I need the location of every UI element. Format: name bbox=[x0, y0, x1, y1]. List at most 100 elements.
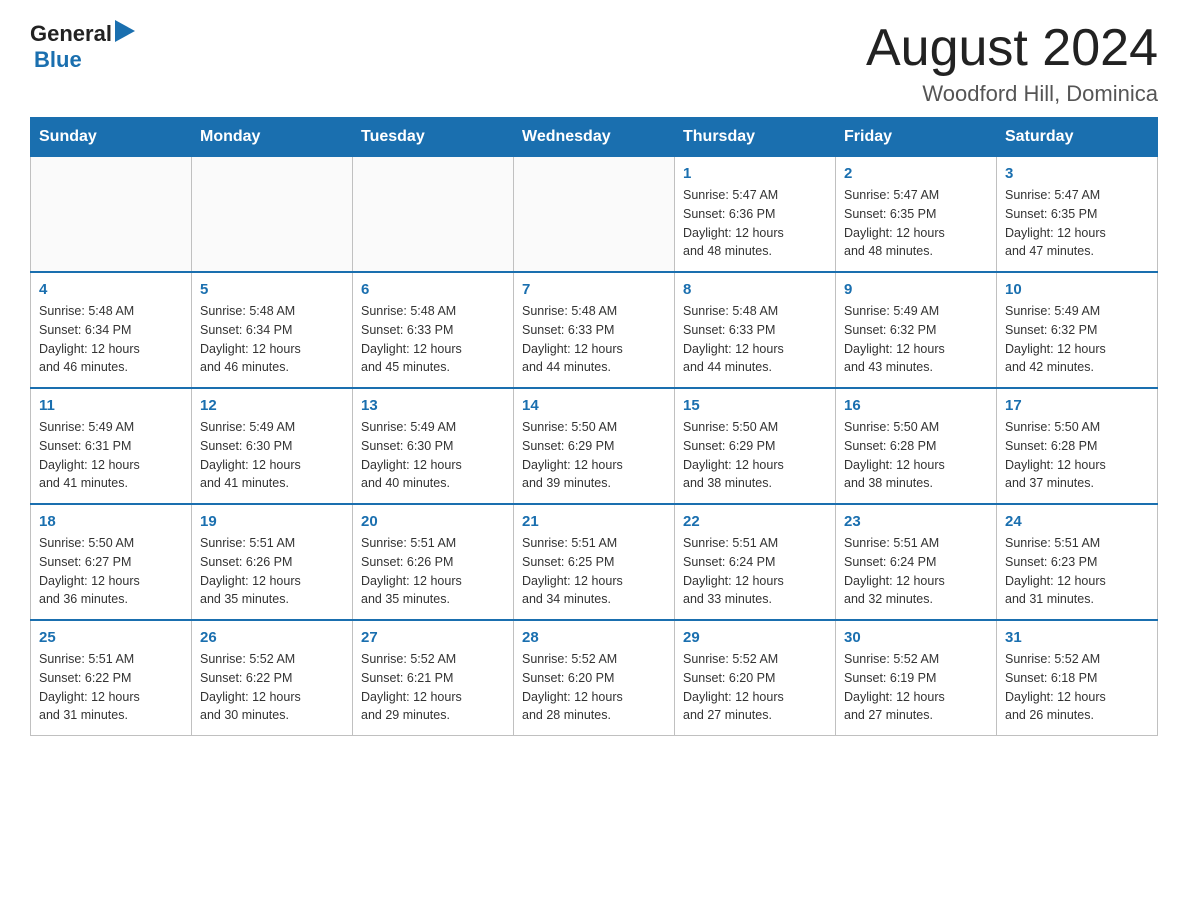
calendar-cell-week3-day3: 14Sunrise: 5:50 AMSunset: 6:29 PMDayligh… bbox=[514, 388, 675, 504]
day-info: Sunrise: 5:48 AMSunset: 6:33 PMDaylight:… bbox=[361, 302, 505, 377]
day-number: 4 bbox=[39, 281, 183, 298]
day-info: Sunrise: 5:50 AMSunset: 6:29 PMDaylight:… bbox=[683, 418, 827, 493]
logo: General Blue bbox=[30, 20, 143, 73]
calendar-cell-week5-day3: 28 Sunrise: 5:52 AMSunset: 6:20 PMDayligh… bbox=[514, 620, 675, 736]
day-info: Sunrise: 5:51 AMSunset: 6:22 PMDaylight:… bbox=[39, 650, 183, 725]
calendar-cell-week4-day6: 24 Sunrise: 5:51 AMSunset: 6:23 PMDayligh… bbox=[997, 504, 1158, 620]
day-number: 24 bbox=[1005, 513, 1149, 530]
day-number: 28 bbox=[522, 629, 666, 646]
col-tuesday: Tuesday bbox=[353, 118, 514, 157]
day-info: Sunrise: 5:51 AMSunset: 6:24 PMDaylight:… bbox=[683, 534, 827, 609]
col-wednesday: Wednesday bbox=[514, 118, 675, 157]
day-info: Sunrise: 5:50 AMSunset: 6:28 PMDaylight:… bbox=[844, 418, 988, 493]
calendar-cell-week2-day5: 9 Sunrise: 5:49 AMSunset: 6:32 PMDaylight… bbox=[836, 272, 997, 388]
calendar-week-1: 1 Sunrise: 5:47 AMSunset: 6:36 PMDaylight… bbox=[31, 157, 1158, 273]
day-info: Sunrise: 5:47 AMSunset: 6:35 PMDaylight:… bbox=[844, 186, 988, 261]
day-info: Sunrise: 5:49 AMSunset: 6:30 PMDaylight:… bbox=[361, 418, 505, 493]
day-info: Sunrise: 5:51 AMSunset: 6:26 PMDaylight:… bbox=[200, 534, 344, 609]
calendar-cell-week1-day5: 2 Sunrise: 5:47 AMSunset: 6:35 PMDaylight… bbox=[836, 157, 997, 273]
day-info: Sunrise: 5:52 AMSunset: 6:20 PMDaylight:… bbox=[522, 650, 666, 725]
calendar-cell-week1-day2 bbox=[353, 157, 514, 273]
day-number: 15 bbox=[683, 397, 827, 414]
day-number: 26 bbox=[200, 629, 344, 646]
calendar-cell-week1-day0 bbox=[31, 157, 192, 273]
day-info: Sunrise: 5:49 AMSunset: 6:32 PMDaylight:… bbox=[844, 302, 988, 377]
calendar-cell-week3-day4: 15 Sunrise: 5:50 AMSunset: 6:29 PMDayligh… bbox=[675, 388, 836, 504]
day-info: Sunrise: 5:51 AMSunset: 6:23 PMDaylight:… bbox=[1005, 534, 1149, 609]
day-info: Sunrise: 5:48 AMSunset: 6:34 PMDaylight:… bbox=[200, 302, 344, 377]
day-number: 12 bbox=[200, 397, 344, 414]
calendar-header-row: Sunday Monday Tuesday Wednesday Thursday… bbox=[31, 118, 1158, 157]
day-info: Sunrise: 5:52 AMSunset: 6:20 PMDaylight:… bbox=[683, 650, 827, 725]
day-number: 29 bbox=[683, 629, 827, 646]
calendar-cell-week3-day2: 13 Sunrise: 5:49 AMSunset: 6:30 PMDayligh… bbox=[353, 388, 514, 504]
day-number: 30 bbox=[844, 629, 988, 646]
day-number: 1 bbox=[683, 165, 827, 182]
day-number: 10 bbox=[1005, 281, 1149, 298]
month-title: August 2024 bbox=[866, 20, 1158, 77]
day-number: 22 bbox=[683, 513, 827, 530]
calendar-cell-week4-day0: 18 Sunrise: 5:50 AMSunset: 6:27 PMDayligh… bbox=[31, 504, 192, 620]
day-info: Sunrise: 5:52 AMSunset: 6:21 PMDaylight:… bbox=[361, 650, 505, 725]
day-number: 7 bbox=[522, 281, 666, 298]
logo-general-text: General bbox=[30, 21, 112, 47]
calendar-cell-week1-day3 bbox=[514, 157, 675, 273]
day-number: 21 bbox=[522, 513, 666, 530]
day-number: 11 bbox=[39, 397, 183, 414]
calendar-cell-week1-day1 bbox=[192, 157, 353, 273]
calendar-cell-week3-day5: 16Sunrise: 5:50 AMSunset: 6:28 PMDayligh… bbox=[836, 388, 997, 504]
day-number: 25 bbox=[39, 629, 183, 646]
day-number: 31 bbox=[1005, 629, 1149, 646]
day-info: Sunrise: 5:51 AMSunset: 6:25 PMDaylight:… bbox=[522, 534, 666, 609]
day-info: Sunrise: 5:47 AMSunset: 6:36 PMDaylight:… bbox=[683, 186, 827, 261]
day-info: Sunrise: 5:49 AMSunset: 6:32 PMDaylight:… bbox=[1005, 302, 1149, 377]
day-number: 27 bbox=[361, 629, 505, 646]
calendar-cell-week3-day1: 12Sunrise: 5:49 AMSunset: 6:30 PMDayligh… bbox=[192, 388, 353, 504]
day-number: 17 bbox=[1005, 397, 1149, 414]
calendar-cell-week5-day2: 27 Sunrise: 5:52 AMSunset: 6:21 PMDayligh… bbox=[353, 620, 514, 736]
calendar-cell-week2-day2: 6 Sunrise: 5:48 AMSunset: 6:33 PMDaylight… bbox=[353, 272, 514, 388]
calendar-cell-week3-day0: 11Sunrise: 5:49 AMSunset: 6:31 PMDayligh… bbox=[31, 388, 192, 504]
calendar-cell-week2-day3: 7 Sunrise: 5:48 AMSunset: 6:33 PMDaylight… bbox=[514, 272, 675, 388]
day-number: 13 bbox=[361, 397, 505, 414]
day-number: 3 bbox=[1005, 165, 1149, 182]
calendar-cell-week1-day6: 3 Sunrise: 5:47 AMSunset: 6:35 PMDaylight… bbox=[997, 157, 1158, 273]
location-label: Woodford Hill, Dominica bbox=[866, 81, 1158, 107]
day-number: 14 bbox=[522, 397, 666, 414]
calendar-week-3: 11Sunrise: 5:49 AMSunset: 6:31 PMDayligh… bbox=[31, 388, 1158, 504]
calendar-table: Sunday Monday Tuesday Wednesday Thursday… bbox=[30, 117, 1158, 736]
day-info: Sunrise: 5:48 AMSunset: 6:34 PMDaylight:… bbox=[39, 302, 183, 377]
col-thursday: Thursday bbox=[675, 118, 836, 157]
day-info: Sunrise: 5:47 AMSunset: 6:35 PMDaylight:… bbox=[1005, 186, 1149, 261]
logo-blue-text: Blue bbox=[34, 47, 82, 72]
col-sunday: Sunday bbox=[31, 118, 192, 157]
calendar-cell-week2-day1: 5Sunrise: 5:48 AMSunset: 6:34 PMDaylight… bbox=[192, 272, 353, 388]
day-number: 6 bbox=[361, 281, 505, 298]
calendar-cell-week4-day3: 21 Sunrise: 5:51 AMSunset: 6:25 PMDayligh… bbox=[514, 504, 675, 620]
col-friday: Friday bbox=[836, 118, 997, 157]
day-info: Sunrise: 5:50 AMSunset: 6:27 PMDaylight:… bbox=[39, 534, 183, 609]
calendar-cell-week5-day4: 29 Sunrise: 5:52 AMSunset: 6:20 PMDayligh… bbox=[675, 620, 836, 736]
calendar-cell-week4-day5: 23Sunrise: 5:51 AMSunset: 6:24 PMDayligh… bbox=[836, 504, 997, 620]
day-number: 8 bbox=[683, 281, 827, 298]
day-number: 9 bbox=[844, 281, 988, 298]
day-info: Sunrise: 5:48 AMSunset: 6:33 PMDaylight:… bbox=[522, 302, 666, 377]
calendar-cell-week2-day6: 10 Sunrise: 5:49 AMSunset: 6:32 PMDayligh… bbox=[997, 272, 1158, 388]
calendar-cell-week1-day4: 1 Sunrise: 5:47 AMSunset: 6:36 PMDaylight… bbox=[675, 157, 836, 273]
calendar-week-2: 4 Sunrise: 5:48 AMSunset: 6:34 PMDaylight… bbox=[31, 272, 1158, 388]
calendar-cell-week3-day6: 17Sunrise: 5:50 AMSunset: 6:28 PMDayligh… bbox=[997, 388, 1158, 504]
calendar-cell-week5-day6: 31Sunrise: 5:52 AMSunset: 6:18 PMDayligh… bbox=[997, 620, 1158, 736]
calendar-cell-week2-day0: 4 Sunrise: 5:48 AMSunset: 6:34 PMDaylight… bbox=[31, 272, 192, 388]
col-saturday: Saturday bbox=[997, 118, 1158, 157]
day-info: Sunrise: 5:52 AMSunset: 6:19 PMDaylight:… bbox=[844, 650, 988, 725]
day-number: 19 bbox=[200, 513, 344, 530]
calendar-cell-week5-day5: 30 Sunrise: 5:52 AMSunset: 6:19 PMDayligh… bbox=[836, 620, 997, 736]
day-info: Sunrise: 5:51 AMSunset: 6:24 PMDaylight:… bbox=[844, 534, 988, 609]
day-number: 2 bbox=[844, 165, 988, 182]
day-number: 18 bbox=[39, 513, 183, 530]
calendar-week-5: 25 Sunrise: 5:51 AMSunset: 6:22 PMDayligh… bbox=[31, 620, 1158, 736]
logo-arrow-icon bbox=[115, 20, 143, 42]
day-info: Sunrise: 5:51 AMSunset: 6:26 PMDaylight:… bbox=[361, 534, 505, 609]
page-header: General Blue August 2024 Woodford Hill, … bbox=[30, 20, 1158, 107]
title-area: August 2024 Woodford Hill, Dominica bbox=[866, 20, 1158, 107]
